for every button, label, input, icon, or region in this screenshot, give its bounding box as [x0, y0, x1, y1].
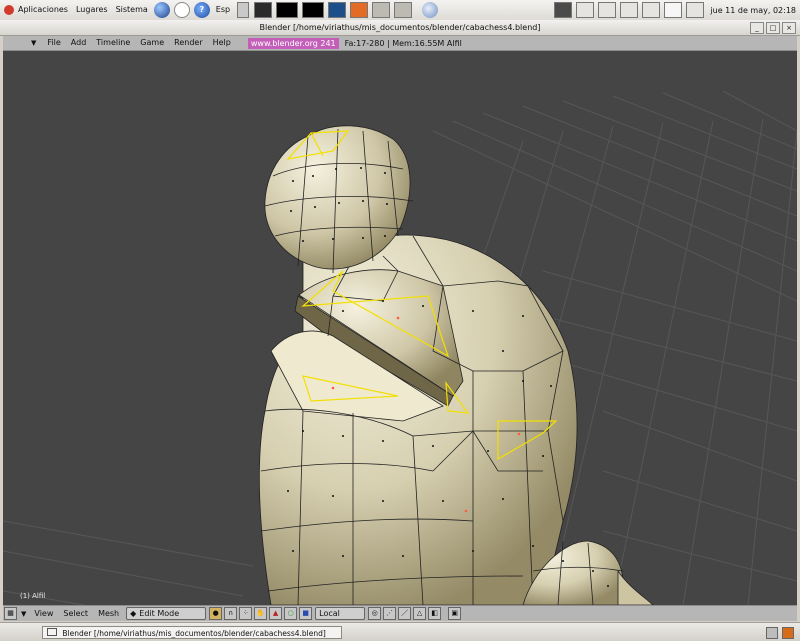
scene-stats: Fa:17-280 | Mem:16.55M Alfil [344, 38, 462, 48]
header-collapse-icon[interactable]: ▼ [21, 610, 26, 618]
menu-add[interactable]: Add [66, 36, 92, 50]
window-title: Blender [/home/viriathus/mis_documentos/… [259, 23, 541, 32]
menu-select[interactable]: Select [58, 606, 93, 621]
workspace-switcher-icon[interactable] [782, 627, 794, 639]
menu-mesh[interactable]: Mesh [93, 606, 124, 621]
menu-game[interactable]: Game [135, 36, 169, 50]
system-tray: jue 11 de may, 02:18 [552, 0, 800, 20]
window-list-1-icon[interactable] [576, 2, 595, 18]
menu-lugares[interactable]: Lugares [72, 0, 112, 20]
menubar-toggle-icon[interactable]: ▼ [31, 39, 36, 47]
clock-icon[interactable] [173, 2, 190, 18]
manipulator-toggle-icon[interactable]: ✋ [254, 607, 268, 620]
viewport-scene[interactable] [3, 51, 797, 605]
workspace-4-icon[interactable] [350, 2, 369, 18]
bishop-body[interactable] [258, 234, 578, 605]
distro-icon[interactable] [4, 5, 14, 15]
menu-render[interactable]: Render [169, 36, 207, 50]
window-task-icon [47, 627, 57, 636]
pivot-icon[interactable]: ⁘ [239, 607, 253, 620]
occlude-geometry-icon[interactable]: ◧ [428, 607, 442, 620]
vertex-mode-icon[interactable]: ⋰ [383, 607, 397, 620]
minimize-all-icon[interactable] [664, 2, 683, 18]
menu-aplicaciones[interactable]: Aplicaciones [14, 0, 72, 20]
close-button[interactable]: × [782, 22, 796, 34]
help-icon[interactable]: ? [193, 2, 210, 18]
menu-view[interactable]: View [29, 606, 58, 621]
window-list-4-icon[interactable] [642, 2, 661, 18]
top-panel: Aplicaciones Lugares Sistema ? Esp jue 1… [0, 0, 800, 21]
3d-viewport[interactable]: (1) Alfil [3, 51, 797, 605]
edit-mode-icon: ◆ [130, 609, 137, 618]
window-list-3-icon[interactable] [620, 2, 639, 18]
window-controls: _ □ × [748, 22, 796, 34]
trash-applet-icon[interactable] [766, 627, 778, 639]
vertex-select-icon[interactable]: ∩ [224, 607, 238, 620]
bottom-taskbar: Blender [/home/viriathus/mis_documentos/… [0, 622, 800, 641]
orientation-selector[interactable]: Local [315, 607, 366, 620]
workspace-2-icon[interactable] [302, 2, 325, 18]
keyboard-layout-label[interactable]: Esp [212, 0, 234, 20]
menu-sistema[interactable]: Sistema [112, 0, 152, 20]
trash-icon[interactable] [237, 2, 250, 18]
menu-help[interactable]: Help [208, 36, 236, 50]
panel-clock[interactable]: jue 11 de may, 02:18 [706, 6, 800, 15]
render-preview-icon[interactable]: ▣ [448, 607, 462, 620]
blender-menubar: ▼ File Add Timeline Game Render Help www… [3, 36, 797, 51]
maximize-button[interactable]: □ [766, 22, 780, 34]
menu-file[interactable]: File [42, 36, 65, 50]
proportional-edit-icon[interactable]: ◎ [368, 607, 382, 620]
manipulator-translate-icon[interactable]: ▲ [269, 607, 283, 620]
workspace-1-icon[interactable] [276, 2, 299, 18]
mode-selector[interactable]: ◆ Edit Mode [126, 607, 207, 620]
web-browser-icon[interactable] [153, 2, 170, 18]
manipulator-rotate-icon[interactable]: ○ [284, 607, 298, 620]
taskbar-blender-window[interactable]: Blender [/home/viriathus/mis_documentos/… [42, 625, 342, 639]
network-icon[interactable] [554, 2, 573, 18]
mode-label: Edit Mode [139, 609, 180, 618]
window-list-5-icon[interactable] [686, 2, 705, 18]
window-list-2-icon[interactable] [598, 2, 617, 18]
window-titlebar[interactable]: Blender [/home/viriathus/mis_documentos/… [0, 20, 800, 36]
terminal-icon[interactable] [254, 2, 273, 18]
3d-view-header: ▦ ▼ View Select Mesh ◆ Edit Mode ● ∩ ⁘ ✋… [3, 605, 797, 621]
draw-type-icon[interactable]: ● [209, 607, 223, 620]
workspace-6-icon[interactable] [394, 2, 413, 18]
taskbar-task-title: Blender [/home/viriathus/mis_documentos/… [62, 628, 326, 638]
menu-timeline[interactable]: Timeline [91, 36, 135, 50]
blender-url-badge[interactable]: www.blender.org 241 [247, 37, 339, 49]
editor-type-icon[interactable]: ▦ [4, 607, 17, 620]
globe-icon[interactable] [422, 2, 439, 18]
manipulator-scale-icon[interactable]: ■ [299, 607, 313, 620]
face-mode-icon[interactable]: △ [413, 607, 427, 620]
viewport-object-label: (1) Alfil [20, 592, 46, 600]
workspace-3-icon[interactable] [328, 2, 347, 18]
workspace-5-icon[interactable] [372, 2, 391, 18]
edge-mode-icon[interactable]: ／ [398, 607, 412, 620]
minimize-button[interactable]: _ [750, 22, 764, 34]
orientation-label: Local [319, 609, 340, 618]
